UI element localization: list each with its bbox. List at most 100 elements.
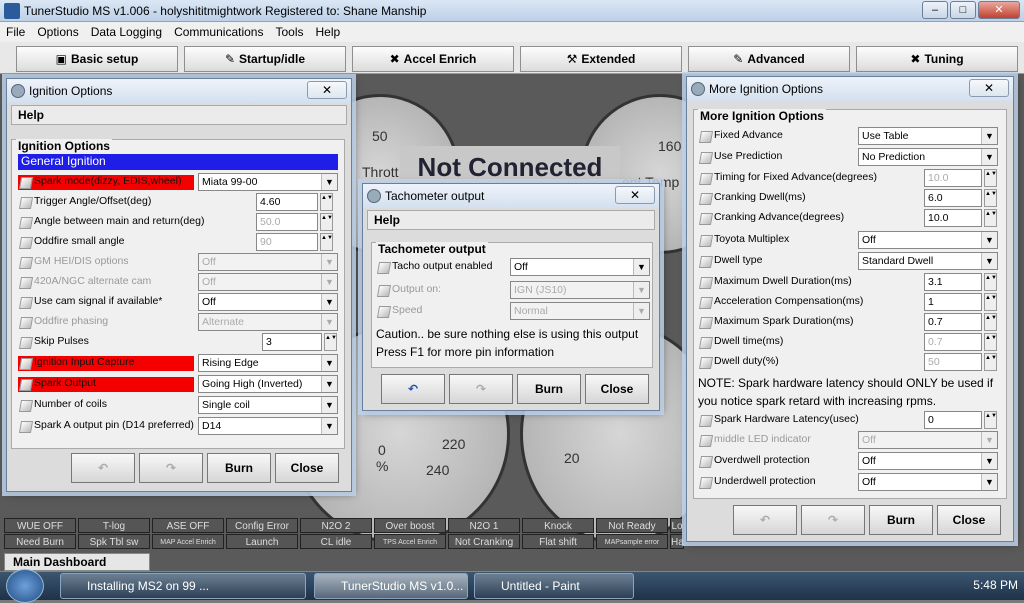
maximize-button[interactable]: □ bbox=[950, 1, 976, 19]
advanced-button[interactable]: ✎ Advanced bbox=[688, 46, 850, 72]
overdwell-select[interactable]: Off ▼ bbox=[858, 452, 998, 470]
underdwell-select[interactable]: Off ▼ bbox=[858, 473, 998, 491]
setting-label: Fixed Advance bbox=[698, 129, 783, 144]
gm-hei-select[interactable]: Off ▼ bbox=[198, 253, 338, 271]
help-note: Press F1 for more pin information bbox=[376, 345, 555, 359]
basic-setup-button[interactable]: ▣ Basic setup bbox=[16, 46, 178, 72]
setting-label: Spark Hardware Latency(usec) bbox=[698, 413, 859, 428]
spark-output-select[interactable]: Going High (Inverted) ▼ bbox=[198, 375, 338, 393]
menu-options[interactable]: Options bbox=[37, 25, 78, 39]
speed-select[interactable]: Normal ▼ bbox=[510, 302, 650, 320]
output-on-select[interactable]: IGN (JS10) ▼ bbox=[510, 281, 650, 299]
tick-label: 0 bbox=[378, 442, 386, 458]
setting-row: Angle between main and return(deg) 50.0 ▲… bbox=[18, 212, 340, 232]
close-button[interactable]: Close bbox=[275, 453, 339, 483]
burn-button[interactable]: Burn bbox=[869, 505, 933, 535]
menu-communications[interactable]: Communications bbox=[174, 25, 263, 39]
close-icon[interactable]: ✕ bbox=[307, 81, 347, 99]
redo-button[interactable]: ↷ bbox=[139, 453, 203, 483]
setting-row: Acceleration Compensation(ms) 1 ▲▼ bbox=[698, 292, 1004, 312]
tools-icon: ✖ bbox=[389, 52, 400, 66]
taskbar: Installing MS2 on 99 ... TunerStudio MS … bbox=[0, 569, 1024, 603]
task-tunerstudio[interactable]: TunerStudio MS v1.0... bbox=[314, 573, 468, 599]
tick-label: 220 bbox=[442, 436, 466, 452]
setting-label: Ignition Input Capture bbox=[18, 356, 194, 371]
undo-button[interactable]: ↶ bbox=[381, 374, 445, 404]
close-window-button[interactable]: ✕ bbox=[978, 1, 1020, 19]
indicator: CL idle bbox=[300, 534, 372, 549]
setting-row: Dwell duty(%) 50 ▲▼ bbox=[698, 352, 1004, 372]
setting-row: Tacho output enabled Off ▼ bbox=[376, 257, 652, 277]
setting-label: Spark A output pin (D14 preferred) bbox=[18, 419, 194, 434]
setting-row: Toyota Multiplex Off ▼ bbox=[698, 230, 1004, 250]
start-button[interactable] bbox=[6, 569, 44, 603]
input-capture-select[interactable]: Rising Edge ▼ bbox=[198, 354, 338, 372]
setting-label: Spark Output bbox=[18, 377, 194, 392]
setting-label: Cranking Dwell(ms) bbox=[698, 191, 806, 206]
indicator: ASE OFF bbox=[152, 518, 224, 533]
more-ignition-dialog: More Ignition Options ✕ More Ignition Op… bbox=[686, 76, 1014, 542]
alt-cam-select[interactable]: Off ▼ bbox=[198, 273, 338, 291]
setting-row: middle LED indicator Off ▼ bbox=[698, 430, 1004, 450]
spark-mode-select[interactable]: Miata 99-00 ▼ bbox=[198, 173, 338, 191]
setting-row: Skip Pulses 3 ▲▼ bbox=[18, 332, 340, 352]
toyota-multiplex-select[interactable]: Off ▼ bbox=[858, 231, 998, 249]
task-paint[interactable]: Untitled - Paint bbox=[474, 573, 634, 599]
oddfire-phasing-select[interactable]: Alternate ▼ bbox=[198, 313, 338, 331]
setting-label: Spark mode(dizzy, EDIS,wheel) bbox=[18, 175, 194, 190]
setting-row: Maximum Spark Duration(ms) 0.7 ▲▼ bbox=[698, 312, 1004, 332]
redo-button[interactable]: ↷ bbox=[449, 374, 513, 404]
redo-icon: ↷ bbox=[165, 461, 177, 475]
undo-button[interactable]: ↶ bbox=[733, 505, 797, 535]
setting-label: Use Prediction bbox=[698, 150, 782, 165]
led-indicator-select[interactable]: Off ▼ bbox=[858, 431, 998, 449]
setting-label: Maximum Spark Duration(ms) bbox=[698, 315, 853, 330]
redo-button[interactable]: ↷ bbox=[801, 505, 865, 535]
setting-row: Spark Hardware Latency(usec) 0 ▲▼ bbox=[698, 410, 1004, 430]
setting-row: Use cam signal if available* Off ▼ bbox=[18, 292, 340, 312]
burn-button[interactable]: Burn bbox=[207, 453, 271, 483]
indicator: Knock bbox=[522, 518, 594, 533]
tuning-button[interactable]: ✖ Tuning bbox=[856, 46, 1018, 72]
latency-note: NOTE: Spark hardware latency should ONLY… bbox=[698, 376, 994, 390]
burn-button[interactable]: Burn bbox=[517, 374, 581, 404]
close-button[interactable]: Close bbox=[585, 374, 649, 404]
close-icon[interactable]: ✕ bbox=[969, 79, 1009, 97]
setting-row: 420A/NGC alternate cam Off ▼ bbox=[18, 272, 340, 292]
accel-enrich-button[interactable]: ✖ Accel Enrich bbox=[352, 46, 514, 72]
dialog-title: Ignition Options bbox=[29, 84, 113, 98]
coils-select[interactable]: Single coil ▼ bbox=[198, 396, 338, 414]
indicator: N2O 1 bbox=[448, 518, 520, 533]
ignition-options-group: Ignition Options General Ignition Spark … bbox=[11, 139, 345, 449]
app-icon bbox=[4, 3, 20, 19]
undo-icon: ↶ bbox=[97, 461, 109, 475]
menu-data-logging[interactable]: Data Logging bbox=[91, 25, 162, 39]
prediction-select[interactable]: No Prediction ▼ bbox=[858, 148, 998, 166]
setting-row: Timing for Fixed Advance(degrees) 10.0 ▲▼ bbox=[698, 168, 1004, 188]
menu-file[interactable]: File bbox=[6, 25, 25, 39]
indicator: MAPsample error bbox=[596, 534, 668, 549]
close-icon[interactable]: ✕ bbox=[615, 186, 655, 204]
more-ignition-group: More Ignition Options Fixed Advance Use … bbox=[693, 109, 1007, 499]
fixed-advance-select[interactable]: Use Table ▼ bbox=[858, 127, 998, 145]
help-menu[interactable]: Help bbox=[11, 105, 347, 125]
dialog-icon bbox=[11, 84, 25, 98]
clock[interactable]: 5:48 PM bbox=[973, 578, 1018, 592]
dwell-type-select[interactable]: Standard Dwell ▼ bbox=[858, 252, 998, 270]
task-chrome[interactable]: Installing MS2 on 99 ... bbox=[60, 573, 306, 599]
extended-button[interactable]: ⚒ Extended bbox=[520, 46, 682, 72]
group-title: Tachometer output bbox=[376, 242, 488, 256]
cam-signal-select[interactable]: Off ▼ bbox=[198, 293, 338, 311]
section-header: General Ignition bbox=[18, 154, 338, 170]
menu-bar: File Options Data Logging Communications… bbox=[0, 22, 1024, 42]
menu-tools[interactable]: Tools bbox=[275, 25, 303, 39]
help-menu[interactable]: Help bbox=[367, 210, 655, 230]
spark-a-pin-select[interactable]: D14 ▼ bbox=[198, 417, 338, 435]
tacho-enabled-select[interactable]: Off ▼ bbox=[510, 258, 650, 276]
close-button[interactable]: Close bbox=[937, 505, 1001, 535]
menu-help[interactable]: Help bbox=[315, 25, 340, 39]
undo-button[interactable]: ↶ bbox=[71, 453, 135, 483]
startup-idle-button[interactable]: ✎ Startup/idle bbox=[184, 46, 346, 72]
minimize-button[interactable]: – bbox=[922, 1, 948, 19]
indicator: Over boost bbox=[374, 518, 446, 533]
